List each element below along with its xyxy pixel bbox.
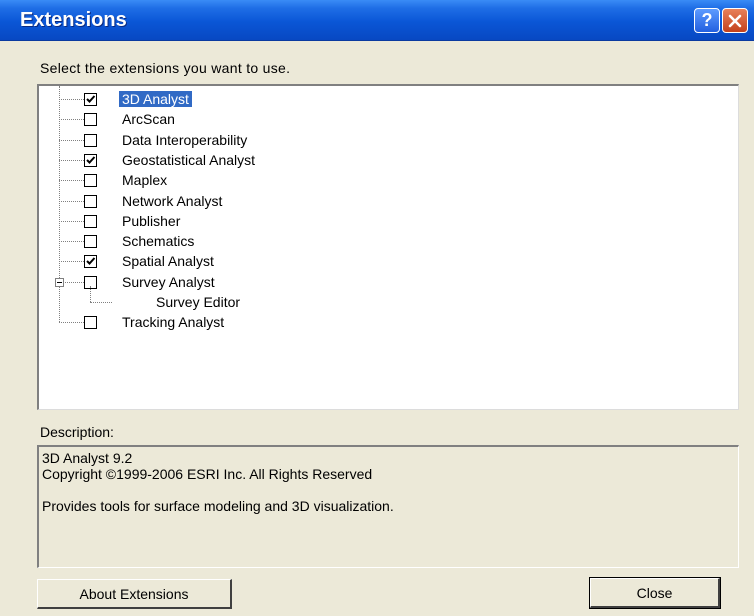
instruction-text: Select the extensions you want to use. (40, 60, 291, 76)
extension-item[interactable]: Publisher (39, 211, 738, 231)
extension-checkbox[interactable] (84, 133, 97, 147)
tree-branch-line (59, 119, 84, 121)
extension-item[interactable]: Data Interoperability (39, 130, 738, 150)
tree-branch-line (59, 99, 84, 100)
checkmark-icon (86, 156, 96, 164)
extension-checkbox[interactable] (84, 194, 97, 208)
description-label: Description: (40, 424, 114, 440)
close-icon (728, 14, 742, 27)
checkmark-icon (86, 257, 96, 266)
extension-item[interactable]: Survey Analyst (39, 272, 738, 292)
extension-label: Publisher (122, 212, 181, 229)
tree-branch-line (59, 241, 84, 243)
window-title: Extensions (20, 9, 127, 31)
tree-branch-line (59, 220, 84, 222)
extensions-tree-body: 3D Analyst ArcScan Data Interoperability Ge… (39, 86, 738, 409)
extension-item[interactable]: 3D Analyst (39, 89, 738, 109)
tree-branch-line (59, 159, 84, 161)
extension-checkbox[interactable] (84, 153, 97, 167)
description-line: 3D Analyst 9.2 (42, 450, 133, 466)
extension-label: Maplex (122, 172, 168, 189)
tree-child-connector (90, 286, 91, 302)
extension-checkbox[interactable] (84, 174, 97, 188)
help-button[interactable]: ? (694, 8, 720, 33)
extension-label: Spatial Analyst (122, 253, 214, 270)
extension-item[interactable]: Tracking Analyst (39, 312, 738, 332)
extension-label: Geostatistical Analyst (122, 151, 256, 168)
window-close-button[interactable] (722, 8, 748, 33)
extension-item[interactable]: Schematics (39, 231, 738, 251)
extension-item[interactable]: Geostatistical Analyst (39, 150, 738, 170)
extension-label: ArcScan (122, 111, 175, 128)
description-line: Copyright ©1999-2006 ESRI Inc. All Right… (42, 466, 373, 482)
tree-branch-line (59, 322, 84, 324)
extension-checkbox[interactable] (84, 113, 97, 127)
description-line (42, 482, 735, 498)
extension-label: Data Interoperability (122, 131, 248, 148)
extension-checkbox[interactable] (84, 93, 97, 106)
about-extensions-button[interactable]: About Extensions (37, 579, 232, 609)
close-button[interactable]: Close (589, 577, 721, 609)
extension-item[interactable]: Maplex (39, 170, 738, 190)
extension-label: 3D Analyst (119, 91, 192, 107)
tree-child-branch (90, 302, 112, 303)
tree-branch-line (59, 200, 84, 202)
extension-item[interactable]: Network Analyst (39, 191, 738, 211)
extensions-tree[interactable]: 3D Analyst ArcScan Data Interoperability Ge… (37, 84, 739, 410)
extension-label: Schematics (122, 233, 195, 250)
extension-item[interactable]: ArcScan (39, 109, 738, 129)
title-bar[interactable]: Extensions ? (0, 0, 754, 41)
extension-checkbox[interactable] (84, 255, 97, 269)
extension-label: Tracking Analyst (122, 314, 225, 331)
extension-checkbox[interactable] (84, 214, 97, 228)
collapse-toggle-icon[interactable] (55, 277, 64, 287)
checkmark-icon (86, 95, 96, 103)
extension-checkbox[interactable] (84, 235, 97, 249)
extension-label: Survey Analyst (122, 273, 215, 290)
tree-child-label: Survey Editor (156, 294, 241, 310)
description-line: Provides tools for surface modeling and … (42, 498, 394, 514)
description-box: 3D Analyst 9.2 Copyright ©1999-2006 ESRI … (37, 445, 739, 568)
tree-branch-line (59, 139, 84, 141)
tree-branch-line (59, 261, 84, 263)
extension-label: Network Analyst (122, 192, 223, 209)
tree-child-item[interactable]: Survey Editor (39, 286, 738, 312)
extension-checkbox[interactable] (84, 316, 97, 330)
extension-item[interactable]: Spatial Analyst (39, 251, 738, 271)
tree-branch-line (59, 180, 84, 182)
